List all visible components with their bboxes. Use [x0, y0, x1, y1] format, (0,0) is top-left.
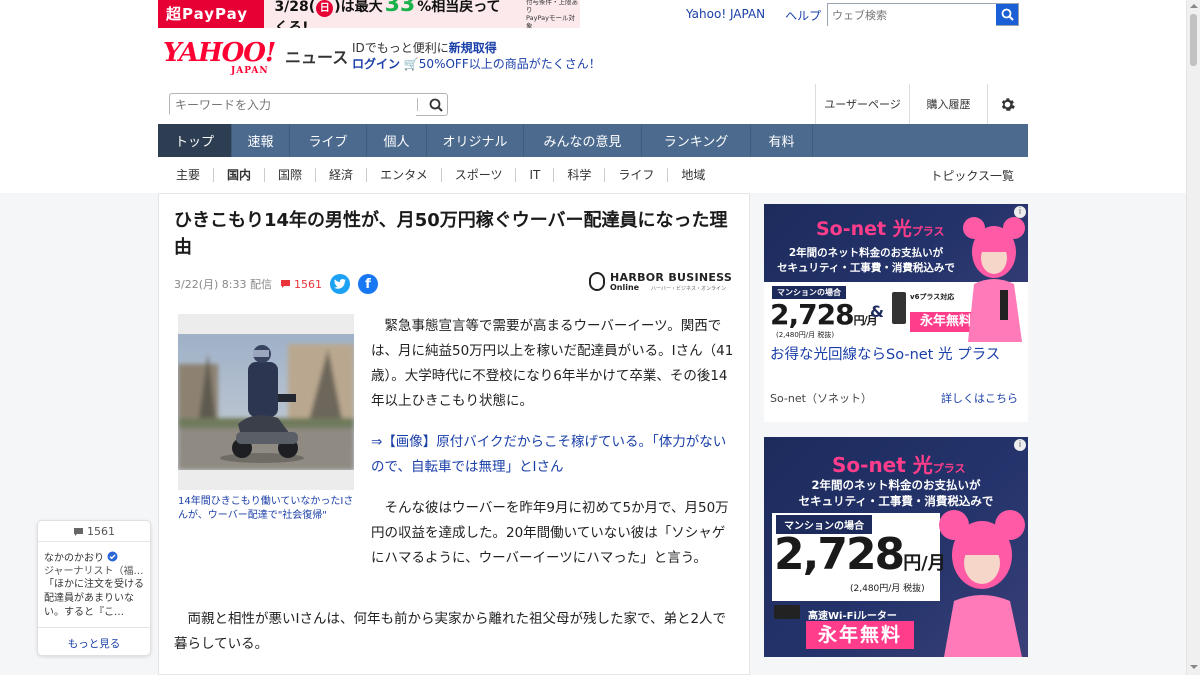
twitter-share-button[interactable]	[329, 274, 350, 294]
facebook-icon: f	[365, 276, 371, 292]
article-paragraph: 緊急事態宣言等で需要が高まるウーバーイーツ。関西では、月に純益50万円以上を稼い…	[371, 318, 734, 409]
ad-more-link[interactable]: 詳しくはこちら	[941, 390, 1018, 406]
article-paragraph: 両親と相性が悪いIさんは、何年も前から実家から離れた祖父母が残した家で、弟と2人…	[174, 611, 727, 652]
scroll-down-arrow[interactable]	[1190, 665, 1198, 669]
site-header: YAHOO! JAPAN ニュース IDでもっと便利に新規取得 ログイン 🛒50…	[0, 30, 1186, 196]
router-icon	[774, 605, 800, 619]
source-logo[interactable]: HARBOR BUSINESS Online ハーバー・ビジネス・オンライン	[589, 271, 737, 295]
nav-top[interactable]: トップ	[158, 124, 232, 157]
gear-icon	[1001, 97, 1015, 111]
ad-sonet-1[interactable]: So-net 光プラス 2年間のネット料金のお支払いが セキュリティ・工事費・消費…	[764, 204, 1028, 422]
ad-sponsor: So-net（ソネット）	[770, 392, 872, 405]
article-body: 緊急事態宣言等で需要が高まるウーバーイーツ。関西では、月に純益50万円以上を稼い…	[371, 314, 736, 587]
cat-region[interactable]: 地域	[667, 168, 718, 182]
article-image-link[interactable]: ⇒【画像】原付バイクだからこそ稼げている。「体力がないので、自転車では無理」とI…	[371, 430, 736, 480]
cat-domestic[interactable]: 国内	[213, 168, 264, 196]
ad-sonet-1-image: So-net 光プラス 2年間のネット料金のお支払いが セキュリティ・工事費・消費…	[764, 204, 1028, 342]
nav-ranking[interactable]: ランキング	[642, 124, 751, 157]
article-date: 3/22(月) 8:33 配信	[174, 278, 272, 291]
twitter-icon	[333, 279, 346, 289]
ad-sonet-2[interactable]: So-net 光プラス 2年間のネット料金のお支払いが セキュリティ・工事費・消費…	[764, 437, 1028, 657]
web-search	[827, 3, 1019, 26]
web-search-button[interactable]	[996, 4, 1018, 25]
nav-individual[interactable]: 個人	[367, 124, 427, 157]
settings-button[interactable]	[987, 84, 1027, 124]
cat-economy[interactable]: 経済	[315, 168, 366, 182]
topics-list-link[interactable]: トピックス一覧	[930, 167, 1014, 184]
cat-it[interactable]: IT	[515, 168, 553, 182]
ad-model-illustration	[939, 510, 1025, 657]
cat-world[interactable]: 国際	[264, 168, 315, 182]
comment-more-link[interactable]: もっと見る	[38, 636, 150, 651]
nav-paid[interactable]: 有料	[751, 124, 813, 157]
yahoo-japan-link[interactable]: Yahoo! JAPAN	[686, 7, 765, 24]
yahoo-logo[interactable]: YAHOO! JAPAN	[163, 40, 283, 76]
nav-original[interactable]: オリジナル	[427, 124, 524, 157]
keyword-search	[169, 93, 448, 116]
router-icon	[892, 292, 906, 324]
verified-icon	[107, 551, 118, 562]
signup-link[interactable]: 新規取得	[449, 41, 497, 55]
cart-icon: 🛒	[403, 57, 419, 71]
nav-breaking[interactable]: 速報	[232, 124, 290, 157]
ad-info-icon[interactable]: i	[1014, 439, 1026, 451]
photo-scooter-rider	[178, 334, 354, 470]
ad-model-illustration	[963, 217, 1025, 342]
section-name[interactable]: ニュース	[285, 44, 348, 68]
nav-opinions[interactable]: みんなの意見	[524, 124, 642, 157]
ad-info-icon[interactable]: i	[1014, 206, 1026, 218]
scroll-up-arrow[interactable]	[1190, 4, 1198, 8]
login-link[interactable]: ログイン	[352, 57, 400, 71]
cat-main[interactable]: 主要	[158, 168, 213, 182]
cat-entertainment[interactable]: エンタメ	[366, 168, 441, 182]
user-page-button[interactable]: ユーザーページ	[815, 84, 909, 124]
facebook-share-button[interactable]: f	[357, 274, 378, 294]
search-icon	[429, 98, 443, 112]
cat-science[interactable]: 科学	[553, 168, 604, 182]
keyword-search-input[interactable]	[170, 94, 416, 116]
sale-link[interactable]: 50%OFF以上の商品がたくさん！	[419, 57, 601, 71]
article: ひきこもり14年の男性が、月50万円稼ぐウーバー配達員になった理由 3/22(月…	[158, 193, 750, 675]
comment-widget: 1561 なかのかおり ジャーナリスト（福… 「ほかに注文を受ける配達員があまり…	[37, 520, 151, 656]
keyword-search-button[interactable]	[429, 97, 443, 116]
nav-live[interactable]: ライブ	[290, 124, 367, 157]
cat-life[interactable]: ライフ	[604, 168, 667, 182]
ad-headline-link[interactable]: お得な光回線ならSo-net 光 プラス	[770, 346, 1022, 364]
top-links: Yahoo! JAPAN ヘルプ	[686, 7, 821, 24]
harbor-logo-mark	[589, 272, 605, 291]
promo-banner[interactable]: 超PayPay祭 3/28(日)は最大33%相当戻ってくる! 付与条件・上限あり…	[158, 0, 580, 28]
category-nav: 主要 国内 国際 経済 エンタメ スポーツ IT 科学 ライフ 地域 トピックス…	[158, 157, 1028, 196]
comment-count-link[interactable]: 1561	[280, 278, 322, 291]
promo-percent: 33	[384, 0, 416, 17]
global-nav: トップ 速報 ライブ 個人 オリジナル みんなの意見 ランキング 有料	[158, 124, 1028, 157]
article-photo[interactable]	[178, 314, 354, 490]
comment-widget-count[interactable]: 1561	[38, 525, 150, 538]
help-link[interactable]: ヘルプ	[785, 7, 821, 24]
article-paragraph: そんな彼はウーバーを昨年9月に初めて5か月で、月50万円の収益を達成した。20年…	[371, 500, 729, 566]
purchase-history-button[interactable]: 購入履歴	[909, 84, 987, 124]
cat-sports[interactable]: スポーツ	[440, 168, 516, 182]
comment-icon	[74, 527, 83, 536]
web-search-input[interactable]	[828, 5, 996, 26]
comment-icon	[280, 280, 290, 288]
photo-caption-link[interactable]: 14年間ひきこもり働いていなかったIさんが、ウーバー配達で"社会復帰"	[178, 495, 356, 523]
header-promo: IDでもっと便利に新規取得 ログイン 🛒50%OFF以上の商品がたくさん！	[352, 41, 601, 71]
promo-text: 3/28(日)は最大33 %相当戻ってくる!	[274, 0, 514, 28]
header-buttons: ユーザーページ 購入履歴	[815, 84, 1027, 124]
top-bar: 超PayPay祭 3/28(日)は最大33%相当戻ってくる! 付与条件・上限あり…	[0, 0, 1186, 30]
scroll-thumb[interactable]	[1190, 14, 1197, 66]
article-meta: 3/22(月) 8:33 配信 1561 f	[174, 274, 378, 294]
comment-snippet[interactable]: 「ほかに注文を受ける配達員があまりいない。すると『こ…	[44, 578, 146, 620]
search-icon	[1001, 8, 1014, 21]
page-scrollbar[interactable]	[1186, 0, 1200, 675]
comment-author-title: ジャーナリスト（福…	[44, 566, 144, 577]
promo-logo: 超PayPay祭	[158, 0, 265, 28]
article-title: ひきこもり14年の男性が、月50万円稼ぐウーバー配達員になった理由	[174, 210, 728, 258]
promo-note: 付与条件・上限あり PayPayモール対象	[526, 0, 579, 28]
